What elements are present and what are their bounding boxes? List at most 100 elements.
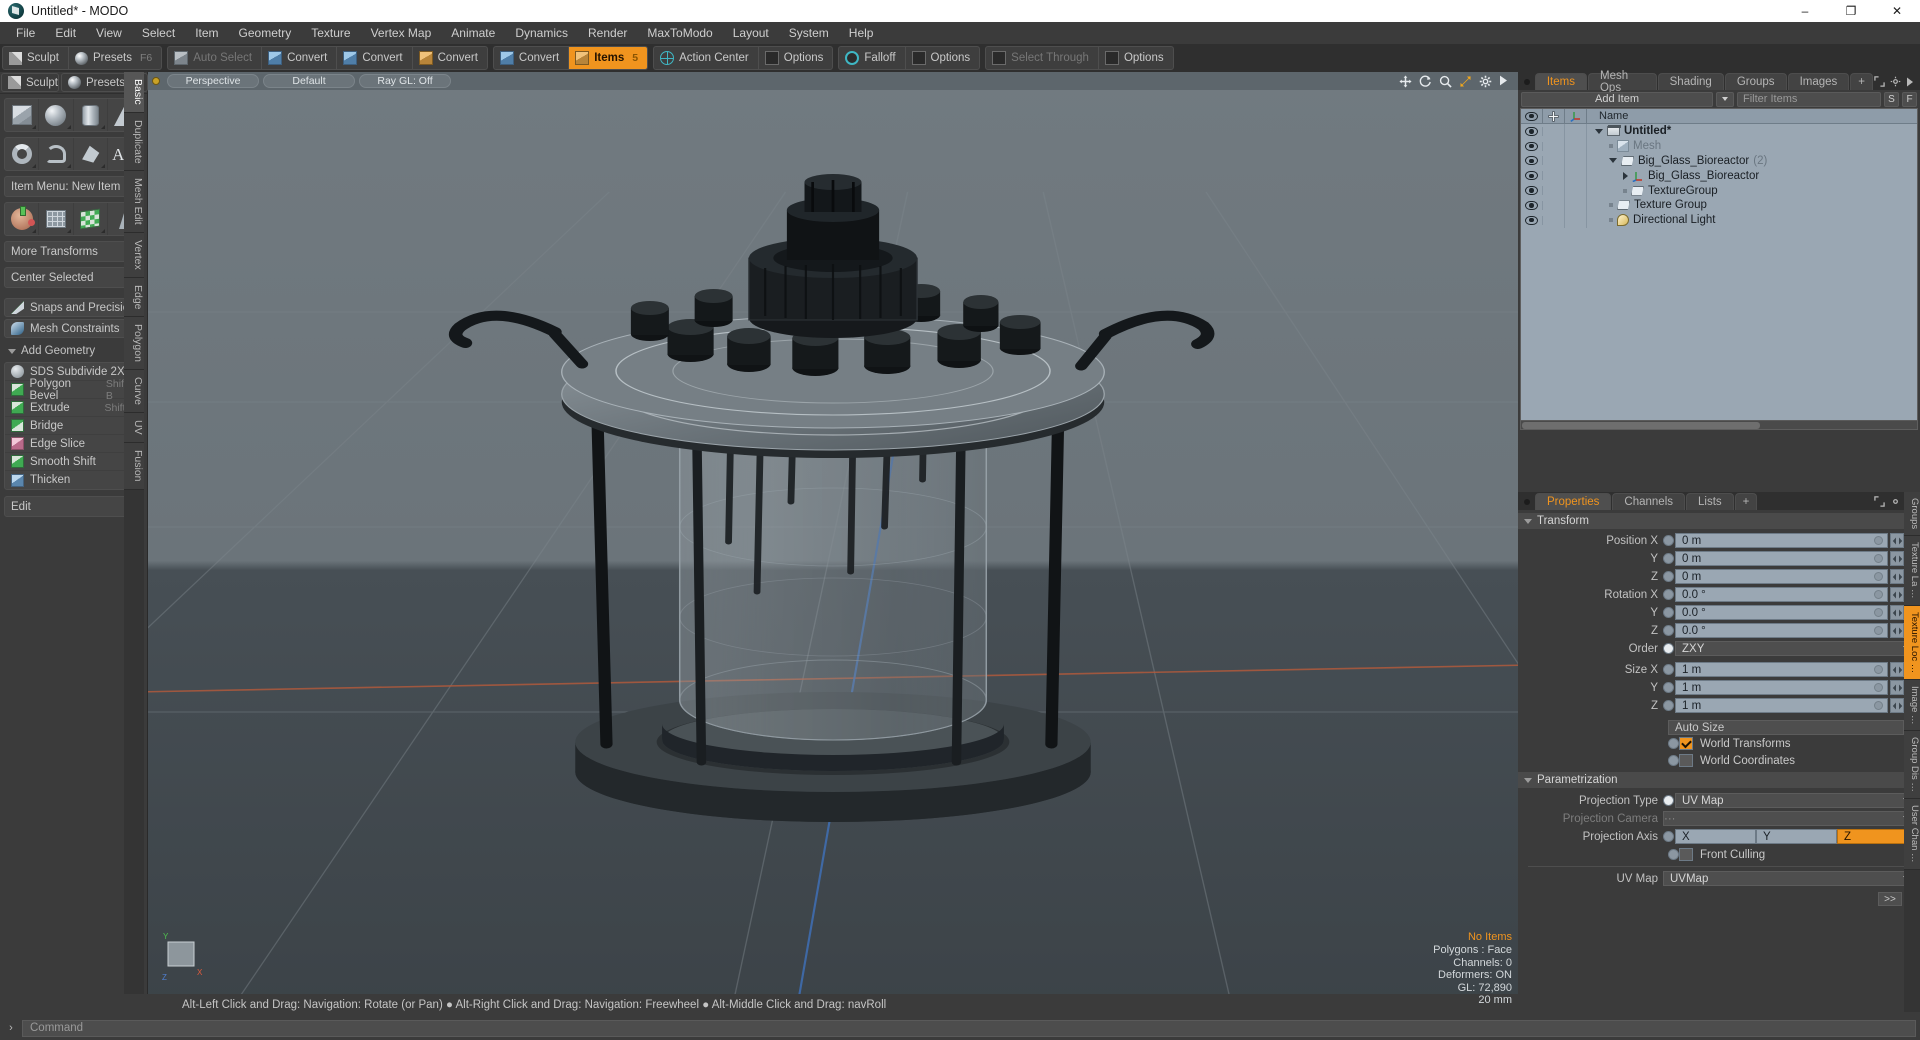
items-tab-+[interactable]: + <box>1850 73 1873 90</box>
tree-row[interactable]: Big_Glass_Bioreactor (2) <box>1521 153 1917 169</box>
property-value-input[interactable]: 1 m <box>1675 698 1888 714</box>
menu-item-animate[interactable]: Animate <box>441 22 505 44</box>
toolbar-button-convert-11[interactable]: Convert <box>262 47 338 69</box>
sculpt-button[interactable]: Sculpt <box>1 73 59 92</box>
tree-row[interactable]: Untitled* <box>1521 124 1917 139</box>
menu-item-help[interactable]: Help <box>839 22 884 44</box>
property-spinner[interactable] <box>1890 569 1904 585</box>
chevron-down-icon[interactable] <box>1609 158 1617 164</box>
menu-item-file[interactable]: File <box>6 22 45 44</box>
projection-camera-dropdown[interactable]: ··· <box>1663 811 1918 827</box>
properties-vtab-4[interactable]: Group Dis … <box>1904 731 1920 800</box>
items-tab-mesh-ops[interactable]: Mesh Ops <box>1587 70 1657 94</box>
close-button[interactable]: ✕ <box>1874 0 1920 22</box>
curve-primitive-button[interactable] <box>39 138 74 170</box>
grid-deform-tool-button[interactable] <box>39 203 74 235</box>
toolbar-button-items-21[interactable]: Items 5 <box>569 47 648 69</box>
property-value-input[interactable]: 0 m <box>1675 569 1888 585</box>
property-knob[interactable] <box>1663 535 1674 547</box>
cube-primitive-button[interactable] <box>5 99 40 131</box>
property-value-input[interactable]: 1 m <box>1675 662 1888 678</box>
properties-vtab-0[interactable]: Groups <box>1904 492 1920 537</box>
property-knob[interactable] <box>1663 607 1674 619</box>
edit-dropdown[interactable]: Edit <box>4 496 143 517</box>
items-tab-images[interactable]: Images <box>1787 73 1850 90</box>
checker-uv-tool-button[interactable] <box>74 203 108 235</box>
items-tree-scrollbar[interactable] <box>1521 420 1917 429</box>
property-spinner[interactable] <box>1890 551 1904 567</box>
projection-axis-knob[interactable] <box>1663 831 1674 843</box>
row-axis-cell[interactable] <box>1565 212 1587 228</box>
property-reset-dot[interactable] <box>1874 572 1883 582</box>
row-axis-cell[interactable] <box>1565 168 1587 184</box>
left-vtab-mesh-edit[interactable]: Mesh Edit <box>124 171 144 234</box>
toolbar-button-sculpt-00[interactable]: Sculpt <box>3 47 69 69</box>
tree-row[interactable]: Directional Light <box>1521 212 1917 228</box>
maximize-button[interactable]: ❐ <box>1828 0 1874 22</box>
properties-vtab-5[interactable]: User Chan … <box>1904 799 1920 870</box>
item-menu-dropdown[interactable]: Item Menu: New Item <box>4 176 143 197</box>
command-input[interactable]: Command <box>22 1019 1916 1037</box>
properties-menu-dot-icon[interactable] <box>1524 499 1530 505</box>
property-reset-dot[interactable] <box>1874 608 1883 618</box>
row-axis-cell[interactable] <box>1565 183 1587 198</box>
gear-icon[interactable] <box>1479 75 1492 88</box>
auto-size-button[interactable]: Auto Size <box>1668 720 1904 735</box>
menu-item-system[interactable]: System <box>779 22 839 44</box>
row-visibility-toggle[interactable] <box>1521 171 1543 181</box>
left-vtab-duplicate[interactable]: Duplicate <box>124 112 144 172</box>
toolbar-button-falloff-40[interactable]: Falloff <box>839 47 906 69</box>
properties-tab-+[interactable]: + <box>1734 493 1758 510</box>
row-lock-cell[interactable] <box>1543 183 1565 198</box>
tree-row[interactable]: TextureGroup <box>1521 183 1917 198</box>
row-axis-cell[interactable] <box>1565 138 1587 154</box>
row-lock-cell[interactable] <box>1543 212 1565 228</box>
sphere-primitive-button[interactable] <box>39 99 74 131</box>
property-knob[interactable] <box>1663 589 1674 601</box>
geometry-tool-thicken[interactable]: Thicken <box>5 471 142 489</box>
uv-map-dropdown[interactable]: UVMap <box>1663 871 1918 887</box>
toolbar-button-action-center-30[interactable]: Action Center <box>654 47 759 69</box>
properties-vtab-1[interactable]: Texture La … <box>1904 536 1920 606</box>
projection-axis-y[interactable]: Y <box>1756 829 1837 845</box>
geometry-tool-polygon-bevel[interactable]: Polygon Bevel Shift-B <box>5 378 142 402</box>
viewport-canvas[interactable] <box>148 72 1518 1012</box>
items-tab-groups[interactable]: Groups <box>1724 73 1787 90</box>
property-reset-dot[interactable] <box>1874 626 1883 636</box>
row-visibility-toggle[interactable] <box>1521 200 1543 210</box>
property-knob[interactable] <box>1663 553 1674 565</box>
viewport-shading-button[interactable]: Default <box>263 74 355 88</box>
rotate-icon[interactable] <box>1419 75 1432 88</box>
projection-type-knob[interactable] <box>1663 795 1674 807</box>
left-vtab-uv[interactable]: UV <box>124 413 144 444</box>
geometry-tool-bridge[interactable]: Bridge <box>5 417 142 435</box>
scrollbar-thumb[interactable] <box>1522 422 1760 429</box>
filter-items-input[interactable]: Filter Items <box>1737 91 1881 107</box>
toolbar-button-convert-13[interactable]: Convert <box>413 47 487 69</box>
order-dropdown[interactable]: ZXY <box>1675 641 1918 657</box>
left-vtab-edge[interactable]: Edge <box>124 277 144 318</box>
property-knob[interactable] <box>1663 571 1674 583</box>
mesh-constraints-button[interactable]: Mesh Constraints <box>4 319 143 338</box>
chevron-down-icon[interactable] <box>1595 128 1603 134</box>
left-vtab-curve[interactable]: Curve <box>124 370 144 414</box>
viewport-view-mode-button[interactable]: Perspective <box>167 74 259 88</box>
viewport-raygl-button[interactable]: Ray GL: Off <box>359 74 451 88</box>
projection-axis-x[interactable]: X <box>1675 829 1756 845</box>
add-item-dropdown-button[interactable] <box>1716 91 1734 107</box>
menu-item-view[interactable]: View <box>86 22 132 44</box>
menu-item-dynamics[interactable]: Dynamics <box>505 22 578 44</box>
chevron-right-icon[interactable] <box>1623 171 1628 180</box>
world-transforms-checkbox[interactable] <box>1679 737 1693 750</box>
property-reset-dot[interactable] <box>1874 536 1883 546</box>
geometry-tool-extrude[interactable]: Extrude Shift-X <box>5 399 142 417</box>
property-reset-dot[interactable] <box>1874 554 1883 564</box>
property-value-input[interactable]: 1 m <box>1675 680 1888 696</box>
row-lock-cell[interactable] <box>1543 124 1565 139</box>
tree-row[interactable]: Texture Group <box>1521 197 1917 213</box>
menu-item-select[interactable]: Select <box>132 22 185 44</box>
menu-item-maxtomodo[interactable]: MaxToModo <box>637 22 722 44</box>
geometry-tool-edge-slice[interactable]: Edge Slice <box>5 435 142 453</box>
geometry-tool-smooth-shift[interactable]: Smooth Shift <box>5 453 142 471</box>
row-visibility-toggle[interactable] <box>1521 156 1543 166</box>
